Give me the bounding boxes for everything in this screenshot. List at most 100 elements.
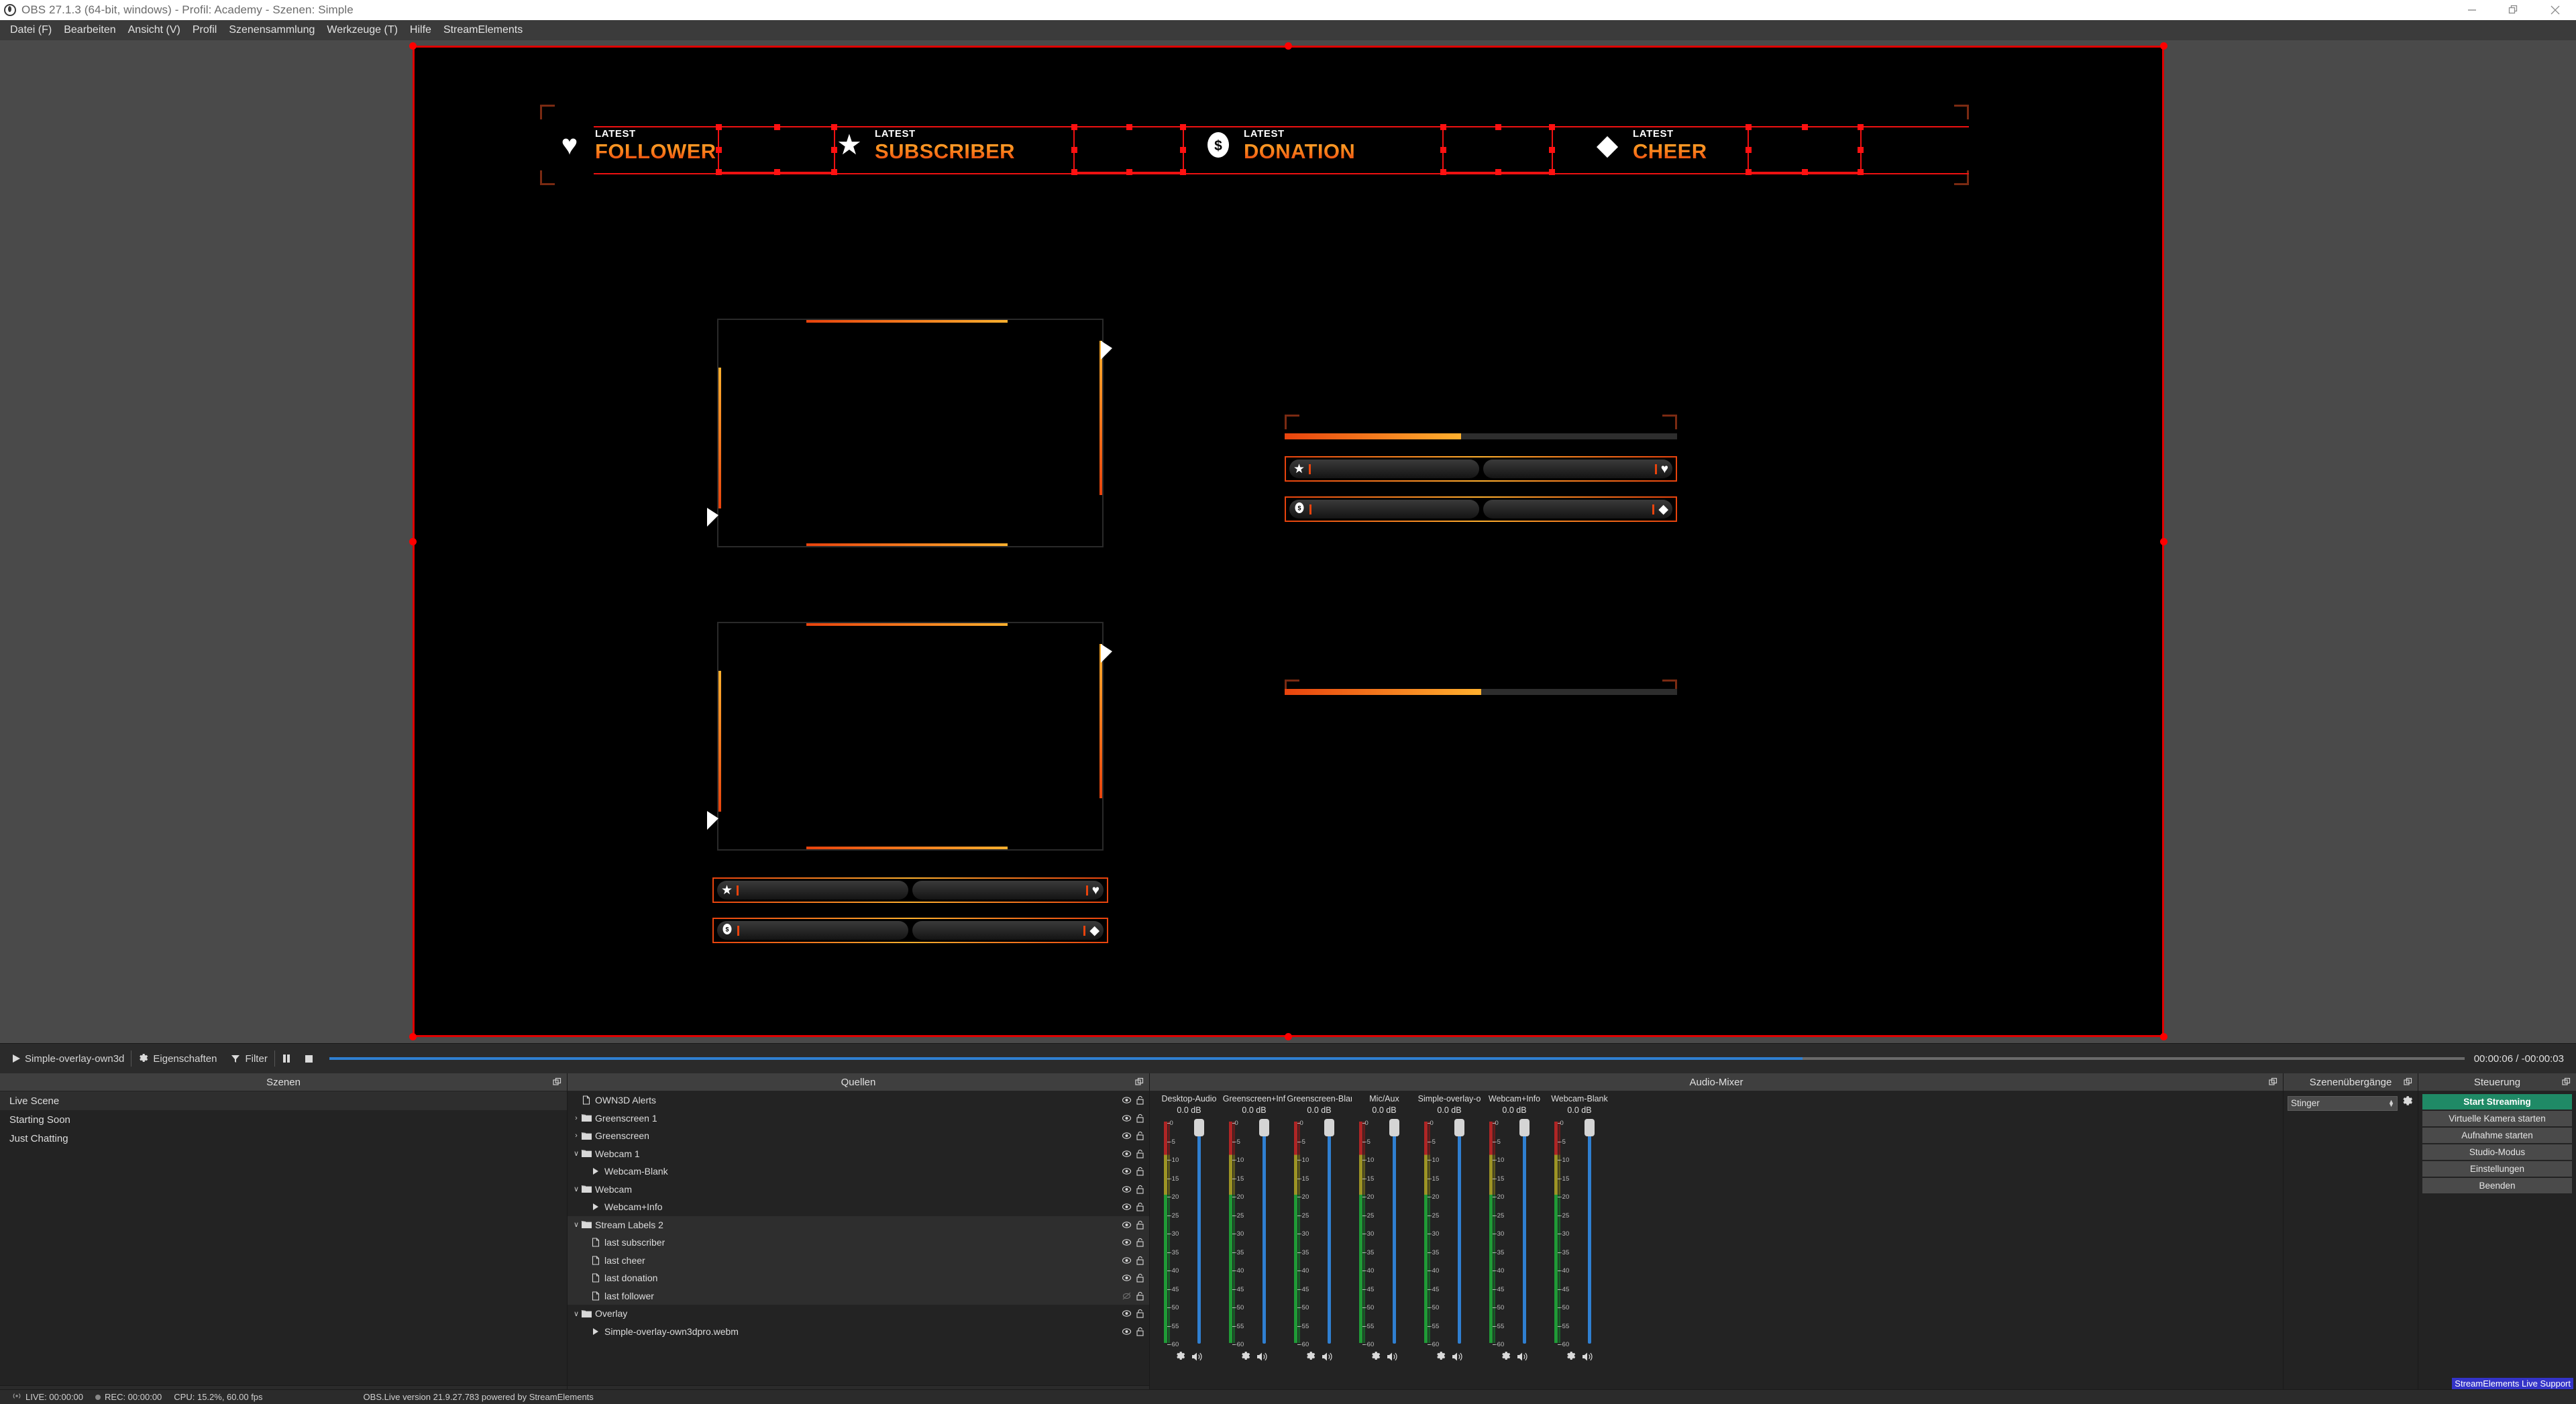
control-button-einstellungen[interactable]: Einstellungen <box>2422 1161 2572 1177</box>
mixer-volume-slider[interactable] <box>1387 1118 1402 1349</box>
resize-handle-ne[interactable] <box>2160 42 2167 50</box>
expand-toggle-icon[interactable]: ∨ <box>572 1185 581 1193</box>
source-item[interactable]: Simple-overlay-own3dpro.webm <box>568 1323 1149 1341</box>
info-bar-subscriber-follower-2[interactable]: ★ ♥ <box>712 877 1108 903</box>
lock-icon[interactable] <box>1136 1131 1145 1141</box>
source-item[interactable]: Webcam+Info <box>568 1198 1149 1216</box>
gear-icon[interactable] <box>1175 1351 1186 1362</box>
source-item[interactable]: Webcam-Blank <box>568 1163 1149 1181</box>
popout-icon[interactable] <box>2269 1077 2277 1086</box>
media-play-button[interactable]: Simple-overlay-own3d <box>5 1053 131 1065</box>
popout-icon[interactable] <box>2562 1077 2571 1086</box>
eye-icon[interactable] <box>1122 1131 1132 1141</box>
lock-icon[interactable] <box>1136 1220 1145 1230</box>
label-latest-follower[interactable]: ♥ LATEST FOLLOWER <box>552 122 716 168</box>
mixer-channel[interactable]: Webcam+Info 0.0 dB 0 -5 -10 -15 -20 -25 -30 -35 -4… <box>1482 1091 1547 1404</box>
preview-area[interactable]: ♥ LATEST FOLLOWER ★ LATEST SUBSCRIBER $ <box>0 40 2576 1043</box>
mixer-volume-slider[interactable] <box>1452 1118 1467 1349</box>
webcam-frame-lower[interactable] <box>707 617 1112 855</box>
resize-handle-e[interactable] <box>2160 538 2167 545</box>
stream-labels-group[interactable]: ♥ LATEST FOLLOWER ★ LATEST SUBSCRIBER $ <box>540 105 1969 185</box>
expand-toggle-icon[interactable]: ∨ <box>572 1309 581 1318</box>
control-button-aufnahme-starten[interactable]: Aufnahme starten <box>2422 1128 2572 1143</box>
eye-icon[interactable] <box>1122 1149 1132 1159</box>
scene-item[interactable]: Just Chatting <box>0 1129 567 1148</box>
lock-icon[interactable] <box>1136 1114 1145 1124</box>
selection-rect-subscriber[interactable] <box>1071 124 1186 175</box>
source-item[interactable]: last subscriber <box>568 1234 1149 1252</box>
filters-button[interactable]: Filter <box>223 1053 274 1065</box>
source-item[interactable]: OWN3D Alerts <box>568 1091 1149 1110</box>
webcam-frame-upper[interactable] <box>707 314 1112 552</box>
menu-item-profil[interactable]: Profil <box>186 21 223 39</box>
eye-icon[interactable] <box>1122 1220 1132 1230</box>
sources-list[interactable]: OWN3D Alerts › Greenscreen 1 › Greenscreen ∨ W… <box>568 1091 1149 1385</box>
properties-button[interactable]: Eigenschaften <box>131 1053 223 1065</box>
gear-icon[interactable] <box>1436 1351 1446 1362</box>
control-button-studio-modus[interactable]: Studio-Modus <box>2422 1144 2572 1160</box>
info-bar-donation-cheer-2[interactable]: $ ◆ <box>712 918 1108 943</box>
lock-icon[interactable] <box>1136 1273 1145 1283</box>
lock-icon[interactable] <box>1136 1291 1145 1301</box>
mixer-volume-slider[interactable] <box>1322 1118 1337 1349</box>
scene-item[interactable]: Live Scene <box>0 1091 567 1110</box>
media-seek-wrapper[interactable] <box>320 1057 2474 1060</box>
speaker-icon[interactable] <box>1191 1352 1203 1362</box>
source-item[interactable]: ∨ Webcam 1 <box>568 1145 1149 1163</box>
media-pause-button[interactable] <box>275 1054 298 1063</box>
resize-handle-w[interactable] <box>409 538 417 545</box>
eye-icon[interactable] <box>1122 1114 1132 1124</box>
source-item[interactable]: last follower <box>568 1287 1149 1305</box>
source-item[interactable]: last cheer <box>568 1251 1149 1269</box>
eye-icon[interactable] <box>1122 1238 1132 1248</box>
resize-handle-nw[interactable] <box>409 42 417 50</box>
mixer-volume-knob[interactable] <box>1389 1119 1399 1136</box>
gear-icon[interactable] <box>1305 1351 1316 1362</box>
chevron-updown-icon[interactable]: ▲ ▼ <box>2388 1098 2394 1108</box>
expand-toggle-icon[interactable]: › <box>572 1132 581 1140</box>
source-item[interactable]: ∨ Webcam <box>568 1181 1149 1199</box>
control-button-start-streaming[interactable]: Start Streaming <box>2422 1094 2572 1110</box>
control-button-beenden[interactable]: Beenden <box>2422 1178 2572 1193</box>
speaker-icon[interactable] <box>1517 1352 1529 1362</box>
info-group-upper[interactable]: ★ ♥ $ ◆ <box>1285 415 1677 529</box>
resize-handle-n[interactable] <box>1285 42 1292 50</box>
source-item[interactable]: ∨ Stream Labels 2 <box>568 1216 1149 1234</box>
popout-icon[interactable] <box>553 1077 561 1086</box>
resize-handle-se[interactable] <box>2160 1033 2167 1040</box>
mixer-channel[interactable]: Desktop-Audio 0.0 dB 0 -5 -10 -15 -20 -25 -30 -35… <box>1157 1091 1222 1404</box>
popout-icon[interactable] <box>1135 1077 1144 1086</box>
eye-off-icon[interactable] <box>1122 1291 1132 1301</box>
eye-icon[interactable] <box>1122 1327 1132 1337</box>
mixer-volume-knob[interactable] <box>1584 1119 1595 1136</box>
mixer-volume-slider[interactable] <box>1517 1118 1532 1349</box>
mixer-volume-knob[interactable] <box>1519 1119 1529 1136</box>
info-group-lower-cam[interactable]: ★ ♥ $ ◆ <box>712 877 1108 958</box>
lock-icon[interactable] <box>1136 1202 1145 1212</box>
eye-icon[interactable] <box>1122 1273 1132 1283</box>
expand-toggle-icon[interactable]: ∨ <box>572 1149 581 1158</box>
info-bar-donation-cheer[interactable]: $ ◆ <box>1285 496 1677 522</box>
close-button[interactable] <box>2534 0 2576 20</box>
mixer-channel[interactable]: Mic/Aux 0.0 dB 0 -5 -10 -15 -20 -25 -30 -35 -40 -45… <box>1352 1091 1417 1404</box>
selection-rect-donation[interactable] <box>1440 124 1555 175</box>
lock-icon[interactable] <box>1136 1185 1145 1195</box>
mixer-volume-slider[interactable] <box>1582 1118 1597 1349</box>
mixer-channel[interactable]: Webcam-Blank 0.0 dB 0 -5 -10 -15 -20 -25 -30 -35 -… <box>1547 1091 1612 1404</box>
source-item[interactable]: › Greenscreen 1 <box>568 1110 1149 1128</box>
lock-icon[interactable] <box>1136 1167 1145 1177</box>
lock-icon[interactable] <box>1136 1149 1145 1159</box>
scenes-list[interactable]: Live Scene Starting Soon Just Chatting <box>0 1091 567 1385</box>
resize-handle-sw[interactable] <box>409 1033 417 1040</box>
mixer-channel[interactable]: Simple-overlay-o 0.0 dB 0 -5 -10 -15 -20 -25 -30… <box>1417 1091 1482 1404</box>
speaker-icon[interactable] <box>1322 1352 1334 1362</box>
lock-icon[interactable] <box>1136 1309 1145 1319</box>
expand-toggle-icon[interactable]: › <box>572 1114 581 1122</box>
menu-item-hilfe[interactable]: Hilfe <box>404 21 437 39</box>
gear-icon[interactable] <box>1240 1351 1251 1362</box>
eye-icon[interactable] <box>1122 1309 1132 1319</box>
info-group-lower[interactable] <box>1285 680 1677 700</box>
eye-icon[interactable] <box>1122 1256 1132 1266</box>
mixer-volume-knob[interactable] <box>1258 1119 1269 1136</box>
eye-icon[interactable] <box>1122 1167 1132 1177</box>
